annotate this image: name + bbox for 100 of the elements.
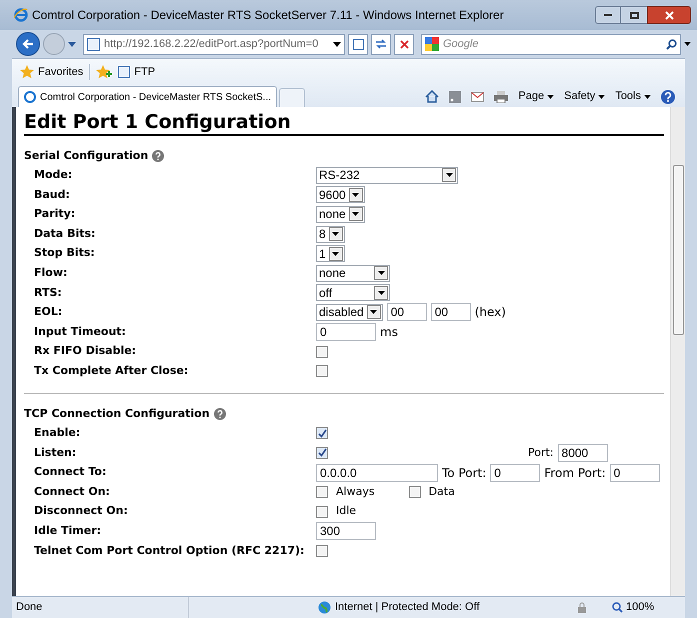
status-text: Done	[15, 600, 44, 616]
search-icon[interactable]	[666, 38, 677, 50]
field-label: Data Bits:	[33, 226, 96, 242]
dropdown[interactable]: 1	[316, 245, 345, 262]
field-label: Stop Bits:	[33, 245, 96, 262]
window-title: Comtrol Corporation - DeviceMaster RTS SocketServer 7.11 - Windows Internet Explorer	[32, 7, 505, 24]
search-provider-icon	[425, 37, 439, 51]
browser-tab[interactable]: Comtrol Corporation - DeviceMaster RTS SocketS...	[18, 86, 278, 107]
help-icon[interactable]	[152, 150, 164, 162]
dropdown[interactable]: none	[316, 264, 390, 282]
dropdown[interactable]: disabled	[316, 304, 383, 321]
printer-icon[interactable]	[494, 90, 508, 102]
browser-logo-icon	[24, 91, 36, 103]
checkbox[interactable]	[408, 486, 421, 498]
mail-icon[interactable]	[471, 92, 484, 102]
field-label: Rx FIFO Disable:	[33, 343, 138, 360]
address-field[interactable]: http://192.168.2.22/editPort.asp?portNum=0	[83, 34, 345, 54]
checkbox[interactable]	[316, 346, 328, 358]
browser-logo-icon	[14, 8, 28, 22]
globe-icon	[318, 601, 331, 614]
input-field[interactable]: 8000	[558, 444, 608, 462]
stop-button[interactable]	[394, 34, 414, 54]
field-label: Disconnect On:	[33, 503, 129, 520]
field-label: (hex)	[474, 304, 506, 322]
favorites-button[interactable]: Favorites	[20, 64, 90, 80]
field-label: EOL:	[33, 304, 64, 320]
input-field[interactable]: 0	[316, 323, 376, 342]
zoom-button[interactable]: 100%	[612, 599, 654, 616]
checkbox[interactable]	[316, 446, 328, 459]
star-icon	[20, 65, 34, 79]
field-label: Port:	[528, 444, 554, 461]
compatibility-button[interactable]	[348, 34, 368, 54]
scrollbar-thumb[interactable]	[672, 165, 684, 335]
dropdown[interactable]: RS-232	[316, 166, 458, 184]
field-label: Telnet Com Port Control Option (RFC 2217):	[33, 542, 306, 559]
field-label: ms	[380, 324, 398, 342]
refresh-icon	[375, 39, 387, 49]
field-label: Mode:	[33, 167, 74, 184]
help-icon[interactable]	[661, 90, 675, 104]
caret-icon	[547, 94, 554, 98]
checkbox[interactable]	[316, 486, 328, 498]
dropdown[interactable]: off	[316, 284, 390, 302]
field-label: RTS:	[33, 284, 63, 301]
close-button[interactable]	[647, 6, 691, 24]
field-label: Input Timeout:	[33, 324, 127, 340]
caret-icon	[598, 94, 606, 98]
section-title: Serial Configuration	[24, 148, 148, 164]
checkbox-label: Always	[336, 484, 375, 500]
caret-icon[interactable]	[333, 42, 341, 46]
field-label: Listen:	[33, 444, 78, 461]
stop-icon	[400, 40, 408, 48]
close-icon	[664, 10, 674, 20]
field-label: Parity:	[33, 206, 76, 222]
field-label: To Port:	[442, 464, 486, 482]
field-label: Tx Complete After Close:	[33, 362, 190, 379]
field-label: From Port:	[544, 464, 606, 482]
input-field[interactable]: 0	[610, 464, 660, 482]
refresh-button[interactable]	[371, 34, 391, 54]
field-label: Connect To:	[33, 464, 108, 480]
page-icon	[118, 66, 130, 78]
section-title: TCP Connection Configuration	[24, 406, 210, 422]
checkbox-label: Data	[428, 484, 455, 500]
checkbox[interactable]	[316, 506, 328, 518]
magnifier-icon	[612, 602, 623, 613]
caret-icon[interactable]	[684, 42, 691, 46]
dropdown[interactable]: none	[316, 206, 365, 223]
help-icon[interactable]	[214, 408, 226, 420]
search-field[interactable]: Google	[421, 34, 681, 54]
scrollbar[interactable]	[670, 107, 685, 596]
security-zone: Internet | Protected Mode: Off	[335, 600, 480, 616]
back-button[interactable]	[16, 32, 40, 56]
field-label: Idle Timer:	[33, 523, 102, 540]
left-arrow-icon	[22, 39, 34, 49]
page-heading: Edit Port 1 Configuration	[24, 111, 664, 136]
caret-icon	[644, 94, 651, 98]
field-label: Enable:	[33, 425, 82, 442]
input-field[interactable]: 0.0.0.0	[316, 464, 438, 482]
input-field[interactable]: 300	[316, 522, 376, 540]
input-field[interactable]: 0	[490, 464, 540, 482]
checkbox[interactable]	[316, 365, 328, 378]
favorites-link[interactable]: FTP	[118, 64, 156, 80]
command-menu[interactable]: Page	[518, 88, 554, 105]
field-label: Baud:	[33, 186, 71, 203]
dropdown[interactable]: 9600	[316, 186, 365, 204]
maximize-button[interactable]	[621, 6, 647, 24]
add-favorite-icon[interactable]	[96, 65, 112, 79]
checkbox-label: Idle	[336, 503, 356, 520]
checkbox[interactable]	[316, 427, 328, 440]
lock-icon	[576, 602, 588, 614]
input-field[interactable]: 00	[386, 303, 427, 322]
dropdown[interactable]: 8	[316, 226, 345, 243]
command-menu[interactable]: Tools	[615, 88, 651, 105]
command-menu[interactable]: Safety	[564, 88, 606, 105]
minimize-button[interactable]	[595, 6, 621, 24]
checkbox[interactable]	[316, 544, 328, 557]
home-icon[interactable]	[425, 90, 440, 103]
feed-icon[interactable]	[449, 90, 462, 102]
field-label: Connect On:	[33, 484, 111, 500]
field-label: Flow:	[33, 265, 68, 282]
input-field[interactable]: 00	[430, 303, 471, 322]
